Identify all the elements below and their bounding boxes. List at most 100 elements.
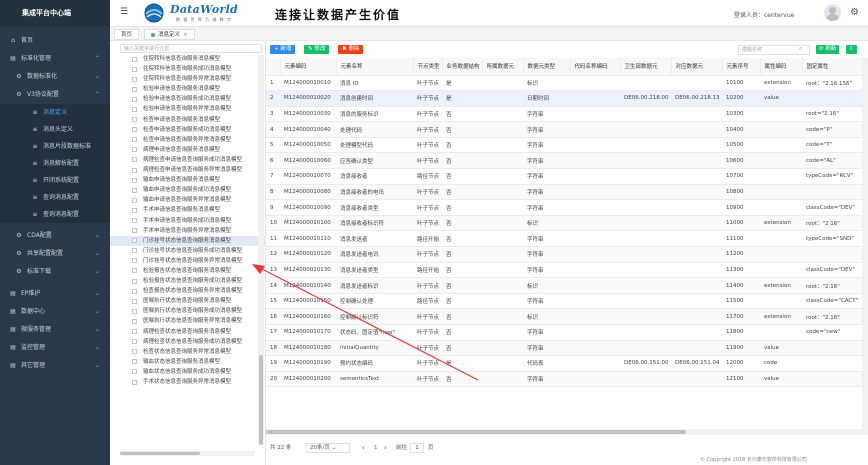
- tree-node-checkbox[interactable]: [132, 278, 137, 284]
- table-row[interactable]: 14 M124000010140 消息发送者标识 叶子节点否 标识 11400 extens…: [266, 277, 866, 294]
- tree-node[interactable]: 检验申请信息查询服务异常消息模型: [110, 104, 265, 114]
- tree-node[interactable]: 输血申请信息查询服务消息模型: [110, 175, 265, 185]
- sidebar-item-2[interactable]: ⚙ 数据标准化 ⌄: [0, 68, 110, 86]
- tree-node-checkbox[interactable]: [132, 106, 137, 112]
- tree-node-checkbox[interactable]: [132, 318, 137, 324]
- next-page-button[interactable]: ›: [384, 444, 387, 452]
- tree-node-checkbox[interactable]: [132, 147, 137, 153]
- sidebar-item-8[interactable]: ≡ 开闭系统配置: [0, 172, 110, 189]
- column-header[interactable]: [266, 58, 281, 76]
- tree-node[interactable]: 住院转科信息查询服务异常消息模型: [110, 74, 265, 84]
- avatar[interactable]: [824, 4, 841, 21]
- table-row[interactable]: 15 M124000010150 控制确认处理 路径节点否 字符串 11500 classC…: [266, 293, 866, 310]
- tree-node-checkbox[interactable]: [132, 228, 137, 234]
- refresh-button[interactable]: ⟳ 刷新: [816, 45, 840, 54]
- sidebar-item-18[interactable]: ▤ 其它管理 ⌄: [0, 357, 110, 375]
- tree-node[interactable]: 检查申请信息查询服务成功消息模型: [110, 125, 265, 135]
- tree-node[interactable]: 检验报告状态信息查询服务消息模型: [110, 266, 265, 276]
- tree-node[interactable]: 住院转科信息查询服务消息模型: [110, 54, 265, 64]
- export-button[interactable]: ⇩: [846, 45, 857, 54]
- tree-node-checkbox[interactable]: [132, 197, 137, 203]
- column-header[interactable]: 固定属性: [802, 58, 867, 76]
- column-header[interactable]: 属性编码: [760, 58, 803, 76]
- table-row[interactable]: 17 M124000010170 状态码，固定值"new" 叶子节点否 字符串 11800…: [266, 324, 866, 341]
- add-button[interactable]: + 新增: [270, 45, 296, 54]
- table-row[interactable]: 20 M124000010200 semanticsText 叶子节点否 字符串 1210…: [266, 371, 866, 388]
- sidebar-item-1[interactable]: ▤ 标准化管理 ⌃: [0, 50, 110, 68]
- table-row[interactable]: 8 M124000010080 消息接收者的电讯 叶子节点否 字符串 10800: [266, 184, 866, 201]
- tree-node-checkbox[interactable]: [132, 248, 137, 254]
- tree-node-checkbox[interactable]: [132, 308, 137, 314]
- tree-node-checkbox[interactable]: [132, 359, 137, 365]
- column-header[interactable]: 数据元类型: [523, 58, 571, 76]
- table-row[interactable]: 7 M124000010070 消息接收者 路径节点否 字符串 10700 typeCode…: [266, 168, 866, 185]
- sidebar-item-9[interactable]: ≡ 查询消息配置: [0, 189, 110, 206]
- table-row[interactable]: 3 M124000010030 消息的服务标识 叶子节点否 字符串 10300 root="…: [266, 106, 866, 123]
- table-row[interactable]: 2 M124000010020 消息创建时间 叶子节点是 日期时间 DE06.00.218…: [266, 90, 866, 107]
- table-row[interactable]: 9 M124000010090 消息接收者类型 叶子节点否 字符串 10900 classC…: [266, 199, 866, 216]
- tree-node[interactable]: 检查状态信息查询服务异常消息模型: [110, 347, 265, 357]
- table-vertical-scrollbar[interactable]: [862, 58, 868, 429]
- column-header[interactable]: 元素序号: [722, 58, 761, 76]
- current-page-number[interactable]: 1: [374, 444, 378, 452]
- tree-node[interactable]: 手术申请信息查询服务成功消息模型: [110, 216, 265, 226]
- tree-node-checkbox[interactable]: [132, 56, 137, 62]
- tree-node[interactable]: 检验申请信息查询服务消息模型: [110, 84, 265, 94]
- table-row[interactable]: 5 M124000010050 处理模型代码 叶子节点否 字符串 10500 code="T…: [266, 137, 866, 154]
- tree-node[interactable]: 住院转科信息查询服务成功消息模型: [110, 64, 265, 74]
- column-header[interactable]: 业务数据结构: [442, 58, 483, 76]
- tree-node-checkbox[interactable]: [132, 86, 137, 92]
- table-row[interactable]: 4 M124000010040 处理代码 叶子节点否 字符串 10400 code="P": [266, 121, 866, 138]
- tree-node-checkbox[interactable]: [132, 66, 137, 72]
- tree-scroll-thumb[interactable]: [259, 355, 263, 445]
- tree-node[interactable]: 门诊挂号状态信息查询服务消息模型: [110, 235, 265, 246]
- tree-node[interactable]: 输血申请信息查询服务成功消息模型: [110, 185, 265, 195]
- tree-node-checkbox[interactable]: [132, 127, 137, 133]
- column-header[interactable]: 代码名称编码: [570, 58, 621, 76]
- sidebar-item-15[interactable]: ▤ 数据中心 ⌄: [0, 303, 110, 321]
- table-hscroll-thumb[interactable]: [266, 430, 686, 434]
- page-size-select[interactable]: 20条/页 ⌄: [306, 443, 350, 453]
- tree-node-checkbox[interactable]: [132, 117, 137, 123]
- edit-button[interactable]: ✎ 修改: [304, 45, 330, 54]
- tab-home[interactable]: 首页: [114, 29, 140, 40]
- tree-node-checkbox[interactable]: [132, 369, 137, 375]
- tree-node-checkbox[interactable]: [132, 157, 137, 163]
- table-row[interactable]: 19 M124000010190 预约状态编码 叶子节点是 代码表 DE06.00.151…: [266, 355, 866, 372]
- tree-node[interactable]: 门诊挂号状态信息查询服务成功消息模型: [110, 246, 265, 256]
- tree-node[interactable]: 检查报告状态信息查询服务异常消息模型: [110, 286, 265, 296]
- table-row[interactable]: 1 M124000010010 消息 ID 叶子节点是 标识 10100 extension…: [266, 75, 866, 92]
- tree-node-checkbox[interactable]: [132, 288, 137, 294]
- tree-node-checkbox[interactable]: [132, 187, 137, 193]
- tree-horizontal-scrollbar[interactable]: [120, 451, 255, 456]
- tree-node[interactable]: 病理申请信息查询服务消息模型: [110, 145, 265, 155]
- settings-gear-icon[interactable]: ⚙: [850, 7, 859, 18]
- tree-node[interactable]: 医嘱执行状态信息查询服务成功消息模型: [110, 306, 265, 316]
- tree-node[interactable]: 检验报告状态信息查询服务成功消息模型: [110, 276, 265, 286]
- tree-node-checkbox[interactable]: [132, 218, 137, 223]
- tree-node[interactable]: 检验申请信息查询服务成功消息模型: [110, 94, 265, 104]
- sidebar-item-10[interactable]: ≡ 查询消息配置: [0, 206, 110, 223]
- tree-node-checkbox[interactable]: [132, 379, 137, 385]
- tree-node-checkbox[interactable]: [132, 298, 137, 304]
- sidebar-item-13[interactable]: ⚙ 标准下载 ⌄: [0, 263, 110, 281]
- sidebar-item-11[interactable]: ⚙ CDA配置 ⌄: [0, 227, 110, 245]
- tree-node[interactable]: 输血状态信息查询服务成功消息模型: [110, 367, 265, 377]
- tree-node-checkbox[interactable]: [132, 329, 137, 335]
- tree-node-checkbox[interactable]: [132, 349, 137, 355]
- tree-node[interactable]: 病理检查申请信息查询服务异常消息模型: [110, 165, 265, 175]
- tree-node[interactable]: 病理检查申请信息查询服务成功消息模型: [110, 155, 265, 165]
- table-row[interactable]: 16 M124000010160 控制确认标识符 叶子节点否 标识 11700 extens…: [266, 308, 866, 325]
- tree-node-checkbox[interactable]: [132, 207, 137, 213]
- tree-node-checkbox[interactable]: [132, 177, 137, 183]
- sidebar-item-17[interactable]: ▤ 监控管理 ⌄: [0, 339, 110, 357]
- tree-node-checkbox[interactable]: [132, 339, 137, 345]
- column-header[interactable]: 元素编码: [280, 58, 337, 76]
- column-header[interactable]: 对应数据元: [671, 58, 723, 76]
- tree-node-checkbox[interactable]: [132, 76, 137, 82]
- tree-node[interactable]: 手术申请信息查询服务消息模型: [110, 205, 265, 215]
- sidebar-item-4[interactable]: ≡ 消息定义: [0, 104, 110, 121]
- column-header[interactable]: 卫生部数据元: [620, 58, 672, 76]
- tree-node-checkbox[interactable]: [132, 96, 137, 102]
- tree-node-checkbox[interactable]: [132, 167, 137, 173]
